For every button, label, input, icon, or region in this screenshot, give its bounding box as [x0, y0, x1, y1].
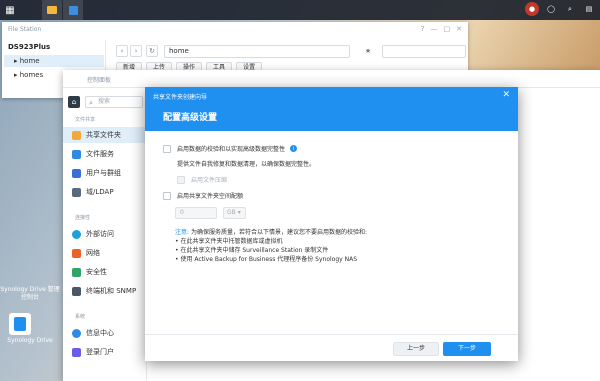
- sidebar-item-shared-folder[interactable]: 共享文件夹: [63, 127, 146, 143]
- checksum-checkbox[interactable]: [163, 144, 171, 153]
- window-title: File Station: [8, 26, 42, 33]
- checksum-desc: 提供文件自我修复和数据清理，以确保数据完整性。: [177, 161, 316, 168]
- sidebar-item-external-access[interactable]: 外部访问: [63, 226, 146, 242]
- search-icon: ⌕: [89, 99, 93, 107]
- note-intro: 为确保服务质量，若符合以下情景，建议您不要启用数据的校验和:: [190, 229, 367, 236]
- wizard-footer: 上一步 下一步: [145, 334, 518, 361]
- wizard-header: 共享文件夹创建向导 ✕ 配置高级设置: [145, 87, 518, 131]
- note-label: 注意:: [175, 229, 190, 236]
- file-station-taskbar-icon[interactable]: [42, 0, 62, 20]
- compression-option: 启用文件压缩: [177, 175, 227, 184]
- group-system: 系统: [75, 314, 86, 320]
- search-icon[interactable]: ⌕: [563, 2, 577, 16]
- network-icon: [72, 248, 81, 258]
- minimize-icon[interactable]: —: [431, 25, 438, 33]
- previous-button[interactable]: 上一步: [393, 342, 439, 356]
- taskbar: ▦ ● ◯ ⌕ ▤: [0, 0, 600, 20]
- folder-icon: [72, 130, 81, 140]
- sidebar-item-domain-ldap[interactable]: 域/LDAP: [63, 184, 146, 200]
- shared-folder-wizard: 共享文件夹创建向导 ✕ 配置高级设置 启用数据的校验和以实现高级数据完整性 i …: [145, 87, 518, 361]
- file-search-input[interactable]: [382, 45, 466, 58]
- terminal-icon: [72, 286, 81, 296]
- user-icon[interactable]: ◯: [544, 2, 558, 16]
- cp-sidebar: ⌂ ⌕ 搜索 文件共享 共享文件夹 文件服务 用户与群组 域/LDAP 连接性 外…: [63, 88, 146, 381]
- note-item: • 在此共享文件夹中托管数据库或虚拟机: [175, 238, 283, 245]
- quota-checkbox[interactable]: [163, 191, 171, 200]
- group-connectivity: 连接性: [75, 215, 91, 221]
- refresh-button[interactable]: ↻: [146, 45, 158, 57]
- desktop-label-drive-admin: Synology Drive 管理控制台: [0, 286, 60, 301]
- sidebar-search-input[interactable]: ⌕ 搜索: [85, 96, 143, 108]
- group-file-sharing: 文件共享: [75, 117, 96, 123]
- tree-item-home[interactable]: ▸ home: [4, 55, 104, 67]
- favorite-star-icon[interactable]: ★: [362, 45, 374, 57]
- maximize-icon[interactable]: □: [444, 25, 451, 33]
- file-services-icon: [72, 149, 81, 159]
- cp-header: 控制面板: [63, 70, 600, 88]
- desktop-label-drive: Synology Drive: [7, 337, 53, 344]
- control-panel-taskbar-icon[interactable]: [63, 0, 83, 20]
- watermark: 什么值得买: [538, 358, 584, 368]
- domain-icon: [72, 187, 81, 197]
- compression-checkbox[interactable]: [177, 175, 185, 184]
- quota-input[interactable]: 0: [175, 207, 217, 219]
- chevron-down-icon: ▾: [237, 209, 241, 216]
- sidebar-item-terminal-snmp[interactable]: 终端机和 SNMP: [63, 283, 146, 299]
- sidebar-item-network[interactable]: 网络: [63, 245, 146, 261]
- close-icon[interactable]: ✕: [456, 25, 462, 33]
- sidebar-item-user-group[interactable]: 用户与群组: [63, 165, 146, 181]
- checksum-option[interactable]: 启用数据的校验和以实现高级数据完整性 i: [163, 144, 298, 153]
- users-icon: [72, 168, 81, 178]
- cp-title: 控制面板: [87, 77, 112, 84]
- info-icon[interactable]: i: [290, 145, 298, 152]
- note-item: • 在此共享文件夹中储存 Surveillance Station 录制文件: [175, 247, 329, 254]
- wizard-window-title: 共享文件夹创建向导: [153, 94, 208, 101]
- note-block: 注意: 为确保服务质量，若符合以下情景，建议您不要启用数据的校验和: • 在此共…: [175, 228, 505, 264]
- quota-option[interactable]: 启用共享文件夹空间配额: [163, 191, 243, 200]
- close-icon[interactable]: ✕: [502, 90, 510, 100]
- globe-icon: [72, 229, 81, 239]
- back-button[interactable]: ‹: [116, 45, 128, 57]
- main-menu-icon[interactable]: ▦: [0, 0, 20, 20]
- shield-icon: [72, 267, 81, 277]
- synology-drive-icon[interactable]: [9, 313, 31, 335]
- fs-toolbar: ‹ › ↻ home ★: [116, 45, 466, 59]
- path-input[interactable]: home: [164, 45, 350, 58]
- home-icon[interactable]: ⌂: [68, 96, 80, 108]
- tree-root[interactable]: DS923Plus: [8, 43, 50, 51]
- help-icon[interactable]: ?: [421, 25, 425, 33]
- sidebar-item-security[interactable]: 安全性: [63, 264, 146, 280]
- forward-button[interactable]: ›: [130, 45, 142, 57]
- sidebar-item-login-portal[interactable]: 登录门户: [63, 344, 146, 360]
- quota-unit-select[interactable]: GB ▾: [223, 207, 246, 219]
- wizard-heading: 配置高级设置: [163, 113, 218, 123]
- widgets-icon[interactable]: ▤: [582, 2, 596, 16]
- sidebar-item-info-center[interactable]: 信息中心: [63, 325, 146, 341]
- portal-icon: [72, 347, 81, 357]
- info-icon: [72, 328, 81, 338]
- note-item: • 使用 Active Backup for Business 代理程序备份 S…: [175, 256, 357, 263]
- notification-icon[interactable]: ●: [525, 2, 539, 16]
- next-button[interactable]: 下一步: [443, 342, 491, 356]
- sidebar-item-file-services[interactable]: 文件服务: [63, 146, 146, 162]
